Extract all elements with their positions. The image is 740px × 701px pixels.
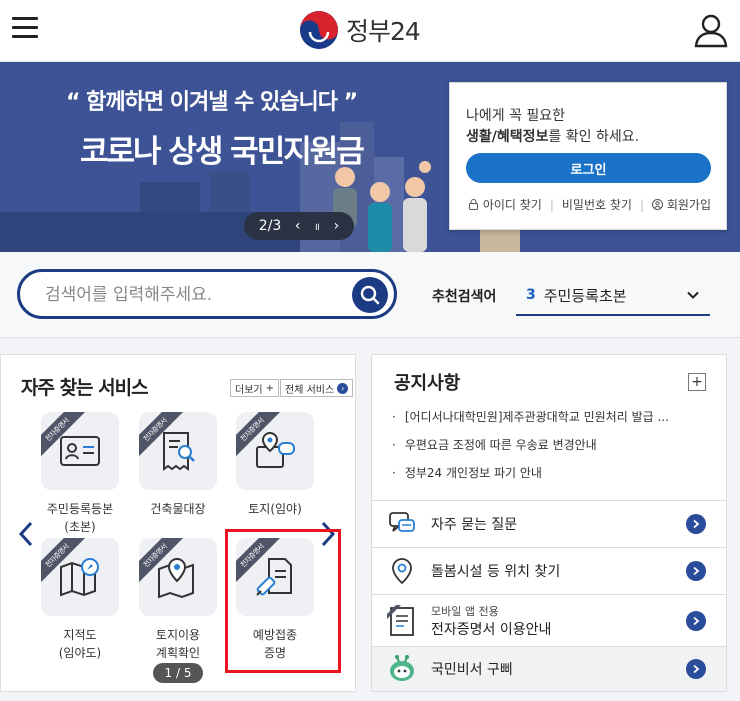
banner-title: 코로나 상생 국민지원금 <box>80 134 365 170</box>
notice-title: 공지사항 <box>394 373 461 394</box>
notice-item[interactable]: 우편요금 조정에 따른 우송료 변경안내 <box>392 431 712 459</box>
service-label: 주민등록등본 (초본) <box>46 502 114 534</box>
login-prompt-line2: 생활/혜택정보를 확인 하세요. <box>466 126 639 146</box>
service-tile: 전자증명서 <box>236 412 314 490</box>
find-id-label: 아이디 찾기 <box>482 198 542 212</box>
service-label: 건축물대장 <box>150 502 206 516</box>
find-id-link[interactable]: 아이디 찾기 <box>468 196 542 213</box>
signup-label: 회원가입 <box>666 198 711 212</box>
recommended-search-label: 추천검색어 <box>432 289 497 305</box>
service-tile: 전자증명서 <box>139 538 217 616</box>
quick-link-label: 자주 묻는 질문 <box>431 517 518 533</box>
service-tile: 전자증명서 <box>41 412 119 490</box>
recommended-rank: 3 <box>526 287 536 303</box>
pause-slide-button[interactable]: ॥ <box>314 219 320 233</box>
quick-link-faq[interactable]: 자주 묻는 질문 <box>372 500 726 547</box>
service-item-building-register[interactable]: 전자증명서 건축물대장 <box>130 412 226 518</box>
quick-link-e-certificate[interactable]: 모바일 앱 전용전자증명서 이용안내 <box>372 594 726 646</box>
service-tile: 전자증명서 <box>139 412 217 490</box>
recommended-search-dropdown[interactable]: 3 주민등록초본 <box>516 276 710 316</box>
search-box <box>17 269 397 319</box>
hamburger-menu-icon[interactable] <box>12 17 38 39</box>
taegeuk-logo-icon <box>300 11 338 49</box>
quick-link-label: 전자증명서 이용안내 <box>431 621 552 638</box>
link-separator: | <box>639 197 644 212</box>
login-card: 나에게 꼭 필요한 생활/혜택정보를 확인 하세요. 로그인 아이디 찾기 | … <box>449 82 727 230</box>
slide-counter: 2/3 <box>258 218 282 234</box>
chevron-down-icon <box>687 291 699 299</box>
notice-item[interactable]: 정부24 개인정보 파기 안내 <box>392 459 712 487</box>
logo-text: 정부24 <box>346 17 421 46</box>
service-item-land-register[interactable]: 전자증명서 토지(임야) 대장 <box>227 412 323 518</box>
page: 정부24 “ 함께하면 이겨낼 수 있습니다 ” 코로나 상생 국민지원금 2/… <box>0 0 740 701</box>
service-item-land-use-plan[interactable]: 전자증명서 토지이용 계획확인 <box>130 538 226 662</box>
login-prompt-line1: 나에게 꼭 필요한 <box>466 108 566 124</box>
login-prompt-rest: 를 확인 하세요. <box>548 129 640 145</box>
notice-list: [어디서나대학민원]제주관광대학교 민원처리 발급 ... 우편요금 조정에 따… <box>392 403 712 487</box>
quick-link-label: 국민비서 구삐 <box>431 662 513 678</box>
login-prompt-bold: 생활/혜택정보 <box>466 129 549 145</box>
prev-arrow-icon[interactable] <box>18 520 34 548</box>
banner-slider-control: 2/3 ‹ ॥ › <box>244 212 354 240</box>
signup-link[interactable]: 회원가입 <box>652 196 711 213</box>
plus-icon: + <box>265 382 274 394</box>
highlight-box <box>225 529 341 673</box>
search-icon <box>360 285 380 305</box>
find-password-link[interactable]: 비밀번호 찾기 <box>562 196 632 213</box>
quick-link-text: 모바일 앱 전용전자증명서 이용안내 <box>431 603 686 639</box>
service-tile: 전자증명서 <box>41 538 119 616</box>
chat-bubbles-icon <box>389 512 415 532</box>
arrow-right-circle-icon <box>686 561 706 581</box>
banner-quote: “ 함께하면 이겨낼 수 있습니다 ” <box>66 90 358 115</box>
arrow-right-circle-icon: › <box>337 382 349 394</box>
robot-mascot-icon <box>390 655 414 681</box>
more-button[interactable]: 더보기 + <box>230 379 279 397</box>
user-icon[interactable] <box>693 12 729 48</box>
services-title: 자주 찾는 서비스 <box>21 377 149 399</box>
search-area: 추천검색어 3 주민등록초본 <box>0 252 740 338</box>
more-label: 더보기 <box>235 384 263 396</box>
quick-link-sublabel: 모바일 앱 전용 <box>431 604 499 618</box>
prev-slide-button[interactable]: ‹ <box>295 218 301 234</box>
search-button[interactable] <box>352 277 388 313</box>
certificate-icon <box>387 604 414 636</box>
notice-item[interactable]: [어디서나대학민원]제주관광대학교 민원처리 발급 ... <box>392 403 712 431</box>
person-circle-icon <box>652 199 663 210</box>
arrow-right-circle-icon <box>686 659 706 679</box>
notice-more-button[interactable]: + <box>688 373 706 391</box>
service-label: 토지이용 계획확인 <box>155 628 201 660</box>
all-services-button[interactable]: 전체 서비스 › <box>280 379 354 397</box>
receipt-search-icon <box>163 432 195 471</box>
map-pin-icon <box>158 557 194 599</box>
login-links: 아이디 찾기 | 비밀번호 찾기 | 회원가입 <box>468 196 711 213</box>
search-input[interactable] <box>45 283 335 307</box>
quick-link-care-facility[interactable]: 돌봄시설 등 위치 찾기 <box>372 547 726 594</box>
id-card-icon <box>60 436 100 466</box>
service-item-resident-registration[interactable]: 전자증명서 주민등록등본 (초본) <box>32 412 128 536</box>
service-item-cadastral-map[interactable]: 전자증명서 지적도 (임야도) <box>32 538 128 662</box>
service-label: 토지(임야) 대장 <box>248 502 302 516</box>
service-label: 지적도 (임야도) <box>58 628 102 660</box>
map-chat-icon <box>256 431 295 468</box>
map-compass-icon <box>60 558 99 597</box>
lock-icon <box>469 199 478 210</box>
quick-link-gubbi[interactable]: 국민비서 구삐 <box>372 646 726 691</box>
arrow-right-circle-icon <box>686 514 706 534</box>
services-pager: 1 / 5 <box>153 663 203 683</box>
all-services-label: 전체 서비스 <box>285 384 335 396</box>
login-button[interactable]: 로그인 <box>466 153 711 183</box>
recommended-term: 주민등록초본 <box>543 286 627 305</box>
location-pin-icon <box>392 558 412 585</box>
notice-panel: 공지사항 + [어디서나대학민원]제주관광대학교 민원처리 발급 ... 우편요… <box>371 354 727 692</box>
link-separator: | <box>549 197 554 212</box>
top-header: 정부24 <box>0 0 740 62</box>
quick-link-label: 돌봄시설 등 위치 찾기 <box>431 564 561 580</box>
next-slide-button[interactable]: › <box>334 218 340 234</box>
arrow-right-circle-icon <box>686 610 706 631</box>
site-logo[interactable]: 정부24 <box>300 9 421 51</box>
